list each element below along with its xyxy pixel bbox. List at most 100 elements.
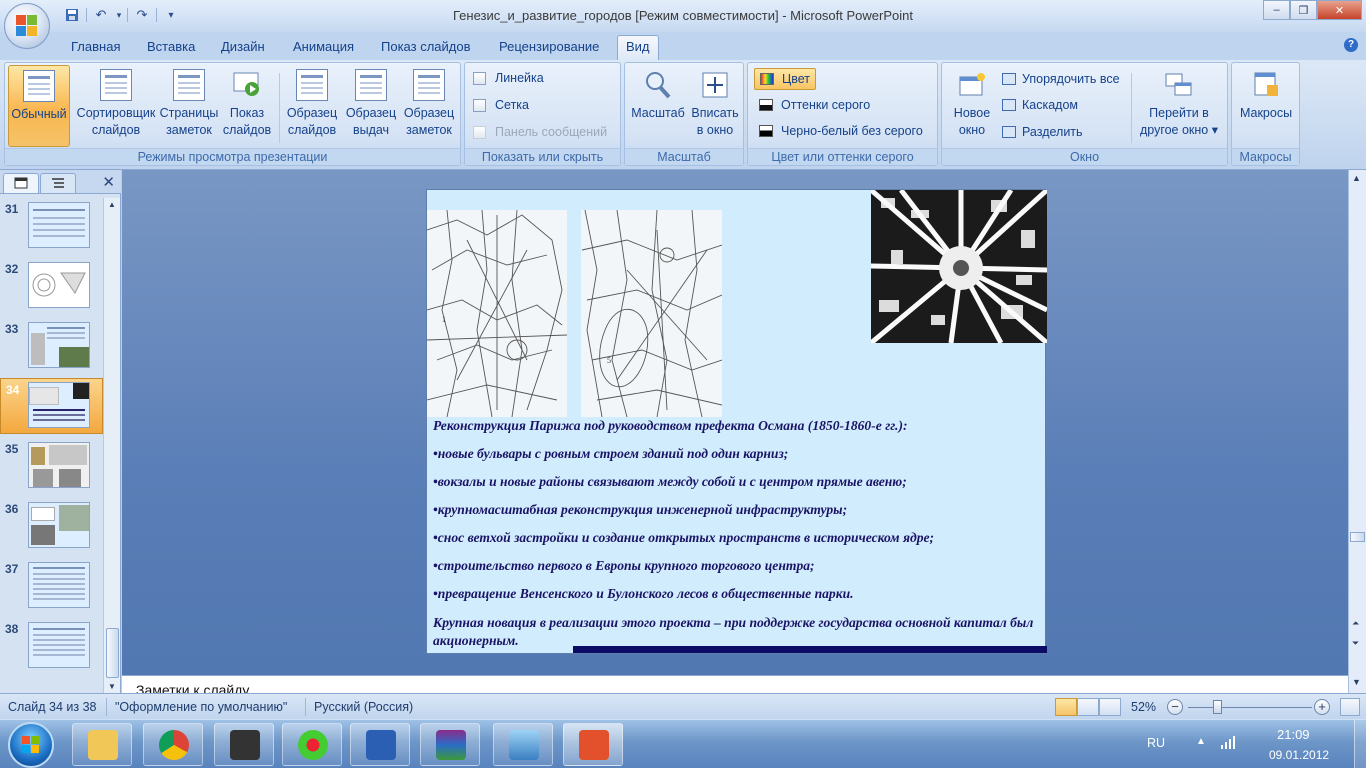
- cascade-button[interactable]: Каскадом: [1002, 94, 1078, 116]
- keyboard-language[interactable]: RU: [1147, 736, 1165, 750]
- tab-design[interactable]: Дизайн: [213, 38, 273, 60]
- switch-windows-button[interactable]: Перейти в другое окно ▾: [1135, 65, 1223, 147]
- status-bar: Слайд 34 из 38 "Оформление по умолчанию"…: [0, 693, 1366, 719]
- next-slide-icon[interactable]: ⏷: [1352, 638, 1359, 649]
- slides-pane-scrollbar[interactable]: ▲ ▼: [103, 198, 120, 693]
- cascade-icon: [1002, 99, 1016, 111]
- sorter-view-status-button[interactable]: [1077, 698, 1099, 716]
- color-label: Цвет: [782, 72, 811, 86]
- black-white-button[interactable]: Черно-белый без серого: [754, 120, 928, 142]
- clock-time[interactable]: 21:09: [1277, 727, 1310, 742]
- notes-pane[interactable]: Заметки к слайду: [122, 675, 1348, 693]
- notes-master-button[interactable]: Образец заметок: [400, 65, 458, 147]
- slide-sorter-button[interactable]: Сортировщик слайдов: [73, 65, 159, 147]
- macros-button[interactable]: Макросы: [1235, 65, 1297, 147]
- language-indicator[interactable]: Русский (Россия): [314, 700, 413, 714]
- tab-animation[interactable]: Анимация: [285, 38, 362, 60]
- zoom-out-button[interactable]: −: [1167, 699, 1183, 715]
- outline-tab[interactable]: [40, 173, 76, 193]
- grid-checkbox[interactable]: Сетка: [473, 96, 529, 114]
- zoom-slider-thumb[interactable]: [1213, 700, 1222, 714]
- taskbar-icq[interactable]: [282, 723, 342, 766]
- ruler-checkbox-box[interactable]: [473, 71, 486, 85]
- slide-thumbnail[interactable]: 33: [0, 318, 103, 374]
- fit-to-window-button[interactable]: Вписать в окно: [688, 65, 742, 147]
- slide-body-text[interactable]: Реконструкция Парижа под руководством пр…: [433, 418, 1041, 650]
- scroll-up-icon[interactable]: ▲: [1352, 173, 1361, 183]
- zoom-button[interactable]: Масштаб: [628, 65, 688, 147]
- normal-view-button[interactable]: Обычный: [8, 65, 70, 147]
- color-button[interactable]: Цвет: [754, 68, 817, 90]
- normal-view-status-button[interactable]: [1055, 698, 1077, 716]
- close-pane-icon[interactable]: ✕: [102, 173, 115, 191]
- scroll-down-icon[interactable]: ▼: [1352, 677, 1361, 687]
- tab-view[interactable]: Вид: [617, 35, 659, 61]
- notes-page-label-2: заметок: [166, 123, 212, 137]
- slideshow-status-button[interactable]: [1099, 698, 1121, 716]
- new-window-button[interactable]: Новое окно: [945, 65, 999, 147]
- slide-thumbnail[interactable]: 38: [0, 618, 103, 674]
- slide-vertical-scrollbar[interactable]: ▲ ⏶ ⏷ ▼: [1348, 170, 1366, 693]
- fit-label-2: в окно: [696, 123, 734, 137]
- notes-page-label-1: Страницы: [159, 106, 219, 120]
- slides-tab[interactable]: [3, 173, 39, 193]
- group-presentation-views: Обычный Сортировщик слайдов Страницы зам…: [4, 62, 461, 166]
- slide-thumbnail[interactable]: 35: [0, 438, 103, 494]
- scrollbar-thumb[interactable]: [106, 628, 119, 678]
- zoom-in-button[interactable]: +: [1314, 699, 1330, 715]
- notes-page-button[interactable]: Страницы заметок: [159, 65, 219, 147]
- minimize-button[interactable]: –: [1263, 0, 1290, 20]
- slide-master-label-2: слайдов: [287, 123, 337, 137]
- fit-slide-button[interactable]: [1340, 698, 1360, 716]
- tab-home[interactable]: Главная: [63, 38, 128, 60]
- theme-name[interactable]: "Оформление по умолчанию": [115, 700, 287, 714]
- thumbnail-image: [28, 262, 90, 308]
- slide-show-icon: [233, 72, 259, 96]
- current-slide[interactable]: 1 5 Реконструкция Парижа под руководство…: [426, 189, 1047, 654]
- taskbar-explorer[interactable]: [72, 723, 132, 766]
- clock-date[interactable]: 09.01.2012: [1269, 748, 1329, 762]
- start-button[interactable]: [8, 722, 54, 768]
- grayscale-button[interactable]: Оттенки серого: [754, 94, 875, 116]
- zoom-slider-track[interactable]: [1188, 707, 1312, 708]
- tab-insert[interactable]: Вставка: [139, 38, 203, 60]
- scrollbar-thumb[interactable]: [1350, 532, 1365, 542]
- maximize-button[interactable]: ❐: [1290, 0, 1317, 20]
- taskbar-winrar[interactable]: [420, 723, 480, 766]
- slide-thumbnail[interactable]: 32: [0, 258, 103, 314]
- taskbar-word[interactable]: [350, 723, 410, 766]
- taskbar-chrome[interactable]: [143, 723, 203, 766]
- scroll-up-icon[interactable]: ▲: [108, 200, 116, 209]
- zoom-level[interactable]: 52%: [1131, 700, 1156, 714]
- tab-review[interactable]: Рецензирование: [491, 38, 607, 60]
- slide-thumbnail[interactable]: 37: [0, 558, 103, 614]
- bullet-item: •новые бульвары с ровным строем зданий п…: [433, 446, 789, 461]
- taskbar-picture-viewer[interactable]: [493, 723, 553, 766]
- slide-master-button[interactable]: Образец слайдов: [283, 65, 341, 147]
- slide-thumbnail[interactable]: 31: [0, 198, 103, 254]
- fit-to-window-icon: [702, 72, 728, 98]
- office-button[interactable]: [4, 3, 50, 49]
- grid-checkbox-box[interactable]: [473, 98, 486, 112]
- thumbnail-image: [28, 562, 90, 608]
- ribbon-tabs: Главная Вставка Дизайн Анимация Показ сл…: [0, 32, 1366, 61]
- close-button[interactable]: ✕: [1317, 0, 1362, 20]
- taskbar-winamp[interactable]: [214, 723, 274, 766]
- previous-slide-icon[interactable]: ⏶: [1352, 618, 1359, 629]
- ruler-checkbox[interactable]: Линейка: [473, 69, 544, 87]
- tab-slideshow[interactable]: Показ слайдов: [373, 38, 479, 60]
- handout-master-button[interactable]: Образец выдач: [342, 65, 400, 147]
- slide-thumbnail[interactable]: 36: [0, 498, 103, 554]
- scroll-down-icon[interactable]: ▼: [108, 682, 116, 691]
- split-label: Разделить: [1022, 125, 1083, 139]
- slide-show-button[interactable]: Показ слайдов: [220, 65, 274, 147]
- network-signal-icon[interactable]: [1220, 734, 1236, 750]
- taskbar-powerpoint[interactable]: [563, 723, 623, 766]
- show-desktop-button[interactable]: [1354, 720, 1366, 768]
- split-button[interactable]: Разделить: [1002, 121, 1083, 143]
- help-icon[interactable]: ?: [1344, 38, 1358, 52]
- slide-thumbnail-selected[interactable]: 34: [0, 378, 103, 434]
- arrange-all-button[interactable]: Упорядочить все: [1002, 68, 1120, 90]
- show-hidden-icons-icon[interactable]: ▲: [1196, 736, 1206, 747]
- bullet-item: •снос ветхой застройки и создание открыт…: [433, 530, 935, 545]
